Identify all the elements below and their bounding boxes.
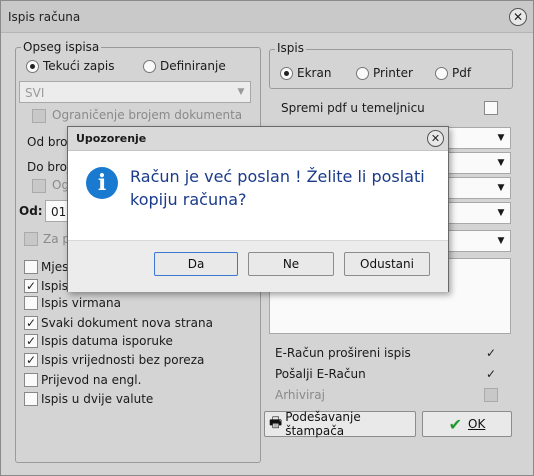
radio-definiranje-label: Definiranje	[160, 59, 226, 73]
posalji-eracun-checkbox[interactable]: ✓	[484, 367, 498, 381]
arhiviraj-checkbox[interactable]	[484, 388, 498, 402]
eracun-prosireni-label: E-Račun prošireni ispis	[275, 346, 411, 360]
podesavanje-stampaca-button[interactable]: 🖶 Podešavanje štampača	[264, 410, 416, 438]
da-button[interactable]: Da	[154, 252, 238, 276]
radio-pdf-label: Pdf	[452, 66, 472, 80]
od-date-label: Od:	[19, 204, 43, 218]
dialog-message-line2: kopiju računa?	[130, 190, 247, 209]
ispis-virmana-checkbox[interactable]	[24, 296, 38, 310]
chevron-down-icon: ▼	[497, 183, 505, 193]
prijevod-label: Prijevod na engl.	[41, 373, 142, 387]
info-icon: i	[86, 167, 118, 199]
ispis-vrijednosti-label: Ispis vrijednosti bez poreza	[41, 353, 205, 367]
spremi-pdf-label: Spremi pdf u temeljnicu	[281, 101, 425, 115]
radio-printer[interactable]	[356, 67, 369, 80]
za-label: Za p	[43, 232, 71, 246]
radio-tekuci-zapis[interactable]	[26, 60, 39, 73]
radio-definiranje[interactable]	[143, 60, 156, 73]
print-invoice-window: Ispis računa ✕ Opseg ispisa Tekući zapis…	[0, 0, 534, 476]
ispis-label: Ispis	[41, 279, 68, 293]
chevron-down-icon: ▼	[497, 133, 505, 143]
checkmark-icon: ✔	[448, 414, 463, 434]
eracun-prosireni-checkbox[interactable]: ✓	[484, 346, 498, 360]
ispis-legend: Ispis	[275, 41, 306, 55]
od-broja-label: Od broj	[27, 135, 71, 149]
right-combo-2[interactable]: ▼	[441, 152, 511, 174]
arhiviraj-label: Arhiviraj	[275, 388, 325, 402]
chevron-down-icon: ▼	[497, 236, 505, 246]
title-bar: Ispis računa ✕	[1, 1, 533, 33]
window-title: Ispis računa	[8, 10, 81, 24]
ispis-checkbox[interactable]: ✓	[24, 279, 38, 293]
warning-dialog: Upozorenje ✕ i Račun je već poslan ! Žel…	[67, 126, 449, 292]
right-combo-1[interactable]: ▼	[441, 127, 511, 149]
radio-ekran[interactable]	[280, 67, 293, 80]
ok-label: OK	[468, 417, 486, 431]
svaki-dokument-checkbox[interactable]: ✓	[24, 316, 38, 330]
dialog-title-bar: Upozorenje ✕	[68, 127, 448, 151]
right-combo-5[interactable]: ▼	[441, 230, 511, 252]
podesavanje-label: Podešavanje štampača	[285, 410, 361, 438]
svaki-dokument-label: Svaki dokument nova strana	[41, 316, 213, 330]
window-close-icon[interactable]: ✕	[509, 8, 527, 26]
do-broja-label: Do broj	[27, 160, 71, 174]
ne-label: Ne	[282, 257, 300, 271]
radio-tekuci-label: Tekući zapis	[43, 59, 115, 73]
radio-ekran-label: Ekran	[297, 66, 332, 80]
odustani-button[interactable]: Odustani	[344, 252, 430, 276]
odustani-label: Odustani	[360, 257, 414, 271]
printer-icon: 🖶	[269, 415, 283, 431]
chevron-down-icon: ▼	[237, 87, 245, 97]
mjes-label: Mjes	[41, 260, 69, 274]
scope-combo[interactable]: SVI ▼	[19, 81, 251, 103]
da-label: Da	[187, 257, 205, 271]
dialog-footer: Da Ne Odustani	[68, 240, 448, 292]
og-checkbox[interactable]	[32, 179, 46, 193]
right-combo-4[interactable]: ▼	[441, 202, 511, 224]
chevron-down-icon: ▼	[497, 208, 505, 218]
ogranicenje-label: Ograničenje brojem dokumenta	[52, 108, 243, 122]
posalji-eracun-label: Pošalji E-Račun	[275, 367, 366, 381]
ne-button[interactable]: Ne	[248, 252, 334, 276]
chevron-down-icon: ▼	[497, 158, 505, 168]
spremi-pdf-checkbox[interactable]	[484, 101, 498, 115]
dialog-message: Račun je već poslan ! Želite li poslati …	[130, 165, 430, 211]
mjes-checkbox[interactable]	[24, 260, 38, 274]
radio-printer-label: Printer	[373, 66, 413, 80]
dialog-title: Upozorenje	[76, 132, 147, 145]
opseg-legend: Opseg ispisa	[21, 40, 102, 54]
right-combo-3[interactable]: ▼	[441, 177, 511, 199]
scope-combo-value: SVI	[25, 86, 45, 100]
ispis-datuma-label: Ispis datuma isporuke	[41, 334, 173, 348]
dialog-message-line1: Račun je već poslan ! Želite li poslati	[130, 167, 425, 186]
ispis-datuma-checkbox[interactable]: ✓	[24, 334, 38, 348]
radio-pdf[interactable]	[435, 67, 448, 80]
ispis-vrijednosti-checkbox[interactable]: ✓	[24, 353, 38, 367]
ogranicenje-checkbox[interactable]	[32, 109, 46, 123]
dvije-valute-label: Ispis u dvije valute	[41, 392, 154, 406]
dvije-valute-checkbox[interactable]	[24, 392, 38, 406]
ispis-virmana-label: Ispis virmana	[41, 296, 121, 310]
prijevod-checkbox[interactable]	[24, 373, 38, 387]
za-checkbox[interactable]	[24, 232, 38, 246]
ok-button[interactable]: ✔ OK	[422, 411, 512, 437]
dialog-close-icon[interactable]: ✕	[427, 130, 444, 147]
